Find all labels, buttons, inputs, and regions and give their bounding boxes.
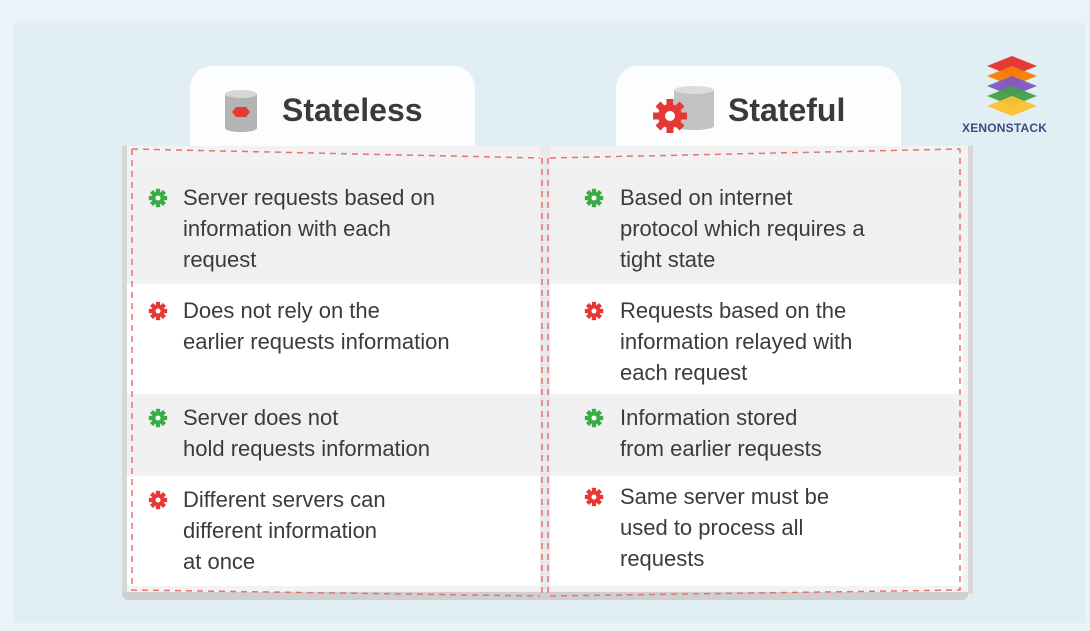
stateless-item-2: Does not rely on the earlier requests in… xyxy=(183,298,450,354)
xenonstack-logo-text: XENONSTACK xyxy=(962,121,1048,135)
stateless-header-tab: Stateless xyxy=(190,66,475,151)
stateful-item-1: Based on internet protocol which require… xyxy=(620,185,865,272)
red-gear-icon xyxy=(148,301,168,321)
green-gear-icon xyxy=(584,188,604,208)
red-gear-icon xyxy=(148,490,168,510)
green-gear-icon xyxy=(148,188,168,208)
stateless-title: Stateless xyxy=(282,92,423,128)
stateful-header-tab: Stateful xyxy=(616,66,901,151)
green-gear-icon xyxy=(584,408,604,428)
stateful-item-4: Same server must be used to process all … xyxy=(620,484,830,571)
stacked-layers-logo-icon xyxy=(987,56,1037,116)
red-gear-icon xyxy=(584,301,604,321)
gear-database-icon xyxy=(653,86,714,133)
green-gear-icon xyxy=(148,408,168,428)
stateless-item-4: Different servers can different informat… xyxy=(183,487,386,574)
stateless-item-1: Server requests based on information wit… xyxy=(183,185,435,272)
stateful-item-2: Requests based on the information relaye… xyxy=(620,298,853,385)
red-gear-icon xyxy=(584,487,604,507)
comparison-book: Server requests based on information wit… xyxy=(122,146,973,606)
stateless-item-3: Server does not hold requests informatio… xyxy=(183,405,431,461)
database-icon xyxy=(225,90,257,132)
stateful-title: Stateful xyxy=(728,92,846,128)
stateful-item-3: Information stored from earlier requests xyxy=(620,405,822,461)
